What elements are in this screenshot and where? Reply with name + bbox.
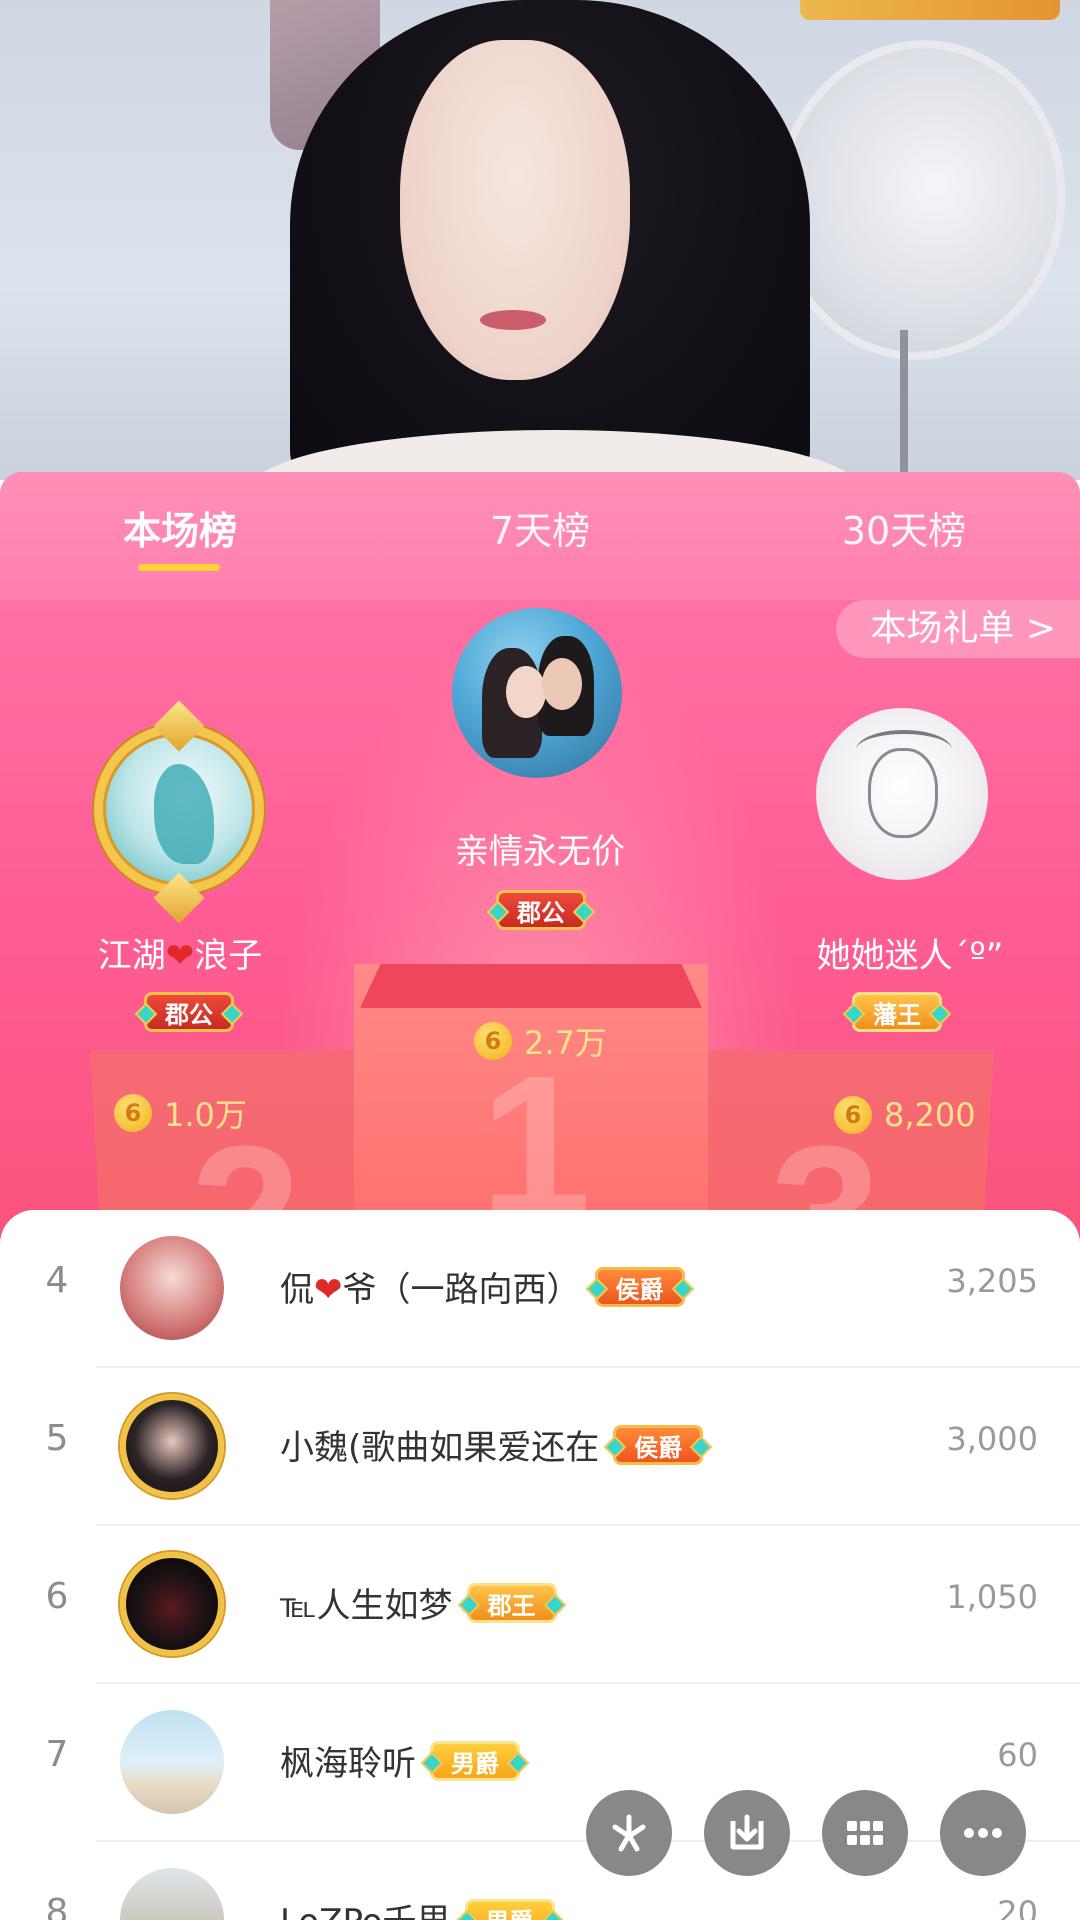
avatar[interactable] <box>120 1236 224 1340</box>
gift-list-link[interactable]: 本场礼单 > <box>836 600 1080 658</box>
user-name-text: 小魏(歌曲如果爱还在 <box>280 1428 600 1468</box>
list-item[interactable]: 4 侃❤爷（一路向西） 侯爵 3,205 <box>0 1210 1080 1368</box>
rank-badge: 郡王 <box>466 1582 557 1623</box>
avatar[interactable] <box>120 1710 224 1814</box>
user-name: 枫海聆听 男爵 <box>280 1736 520 1785</box>
coin-icon: 6 <box>834 1096 872 1134</box>
rank-badge: 男爵 <box>430 1740 520 1781</box>
top3-coin-value: 8,200 <box>884 1096 976 1134</box>
coin-icon: 6 <box>474 1022 512 1060</box>
list-item[interactable]: 8 LoZPo千里 男爵 20 <box>0 1842 1080 1920</box>
share-button[interactable] <box>586 1790 672 1876</box>
tab-this-show[interactable]: 本场榜 <box>50 500 310 555</box>
top3-coins: 6 8,200 <box>834 1096 976 1134</box>
top2-name-part1: 江湖 <box>97 936 166 976</box>
top3-name: 她她迷人´º” <box>816 936 1004 976</box>
streamer-lips <box>480 310 546 330</box>
download-icon <box>730 1814 764 1850</box>
rank-number: 5 <box>45 1418 69 1459</box>
avatar[interactable] <box>120 1394 224 1498</box>
top2-name: 江湖❤浪子 <box>70 928 290 977</box>
top1-rank-badge: 郡公 <box>496 890 586 930</box>
top2-coins: 6 1.0万 <box>114 1090 247 1136</box>
more-icon <box>964 1828 1002 1838</box>
list-item[interactable]: 6 ℡人生如梦 郡王 1,050 <box>0 1526 1080 1684</box>
user-name: LoZPo千里 男爵 <box>280 1894 555 1920</box>
apps-button[interactable] <box>822 1790 908 1876</box>
user-name-part1: 侃 <box>280 1270 314 1310</box>
rank-badge: 男爵 <box>464 1898 555 1920</box>
grid-icon <box>847 1821 883 1845</box>
live-video <box>0 0 1080 480</box>
avatar[interactable] <box>120 1868 224 1920</box>
top1-coins: 6 2.7万 <box>474 1018 607 1064</box>
rank-number: 7 <box>45 1734 69 1775</box>
score: 60 <box>997 1736 1038 1774</box>
top2-name-part2: 浪子 <box>194 936 263 976</box>
ranking-list: 4 侃❤爷（一路向西） 侯爵 3,205 5 小魏(歌曲如果爱还在 侯爵 3,0… <box>0 1210 1080 1920</box>
top1-name: 亲情永无价 <box>455 832 625 872</box>
rank-badge: 侯爵 <box>613 1424 704 1465</box>
top2-coin-value: 1.0万 <box>164 1096 247 1134</box>
user-name-text: LoZPo千里 <box>280 1894 451 1920</box>
save-button[interactable] <box>704 1790 790 1876</box>
share-icon <box>612 1814 646 1852</box>
top2-badge-wrap: 郡公 <box>144 992 234 1032</box>
top2-rank-badge: 郡公 <box>144 992 234 1032</box>
channel-watermark <box>800 0 1060 20</box>
coin-icon: 6 <box>114 1094 152 1132</box>
top3-rank-badge: 藩王 <box>852 992 942 1032</box>
list-item[interactable]: 7 枫海聆听 男爵 60 <box>0 1684 1080 1842</box>
ranking-tabs: 本场榜 7天榜 30天榜 <box>0 472 1080 600</box>
rank-badge: 侯爵 <box>594 1266 685 1307</box>
top1-badge-wrap: 郡公 <box>496 890 586 930</box>
score: 3,000 <box>946 1420 1038 1458</box>
podium-first-top <box>360 964 702 1008</box>
list-item[interactable]: 5 小魏(歌曲如果爱还在 侯爵 3,000 <box>0 1368 1080 1526</box>
user-name: 小魏(歌曲如果爱还在 侯爵 <box>280 1420 704 1469</box>
heart-icon: ❤ <box>165 936 195 976</box>
avatar[interactable] <box>120 1552 224 1656</box>
tab-7-days[interactable]: 7天榜 <box>410 500 670 555</box>
top3-badge-wrap: 藩王 <box>852 992 942 1032</box>
rank-number: 4 <box>45 1260 69 1301</box>
user-name-text: ℡人生如梦 <box>280 1586 453 1626</box>
active-tab-indicator <box>138 564 220 571</box>
reflector-stand <box>900 330 908 480</box>
user-name: ℡人生如梦 郡王 <box>280 1578 557 1627</box>
top3-avatar[interactable] <box>816 708 988 880</box>
top1-coin-value: 2.7万 <box>524 1024 607 1062</box>
top1-avatar[interactable] <box>452 608 622 778</box>
user-name-text: 枫海聆听 <box>280 1744 416 1784</box>
score: 3,205 <box>946 1262 1038 1300</box>
user-name-part2: 爷（一路向西） <box>342 1270 581 1310</box>
score: 1,050 <box>946 1578 1038 1616</box>
rank-number: 6 <box>45 1576 69 1617</box>
heart-icon: ❤ <box>314 1270 343 1310</box>
user-name: 侃❤爷（一路向西） 侯爵 <box>280 1262 685 1311</box>
score: 20 <box>997 1894 1038 1920</box>
more-button[interactable] <box>940 1790 1026 1876</box>
rank-number: 8 <box>45 1892 69 1920</box>
tab-30-days[interactable]: 30天榜 <box>774 500 1034 555</box>
